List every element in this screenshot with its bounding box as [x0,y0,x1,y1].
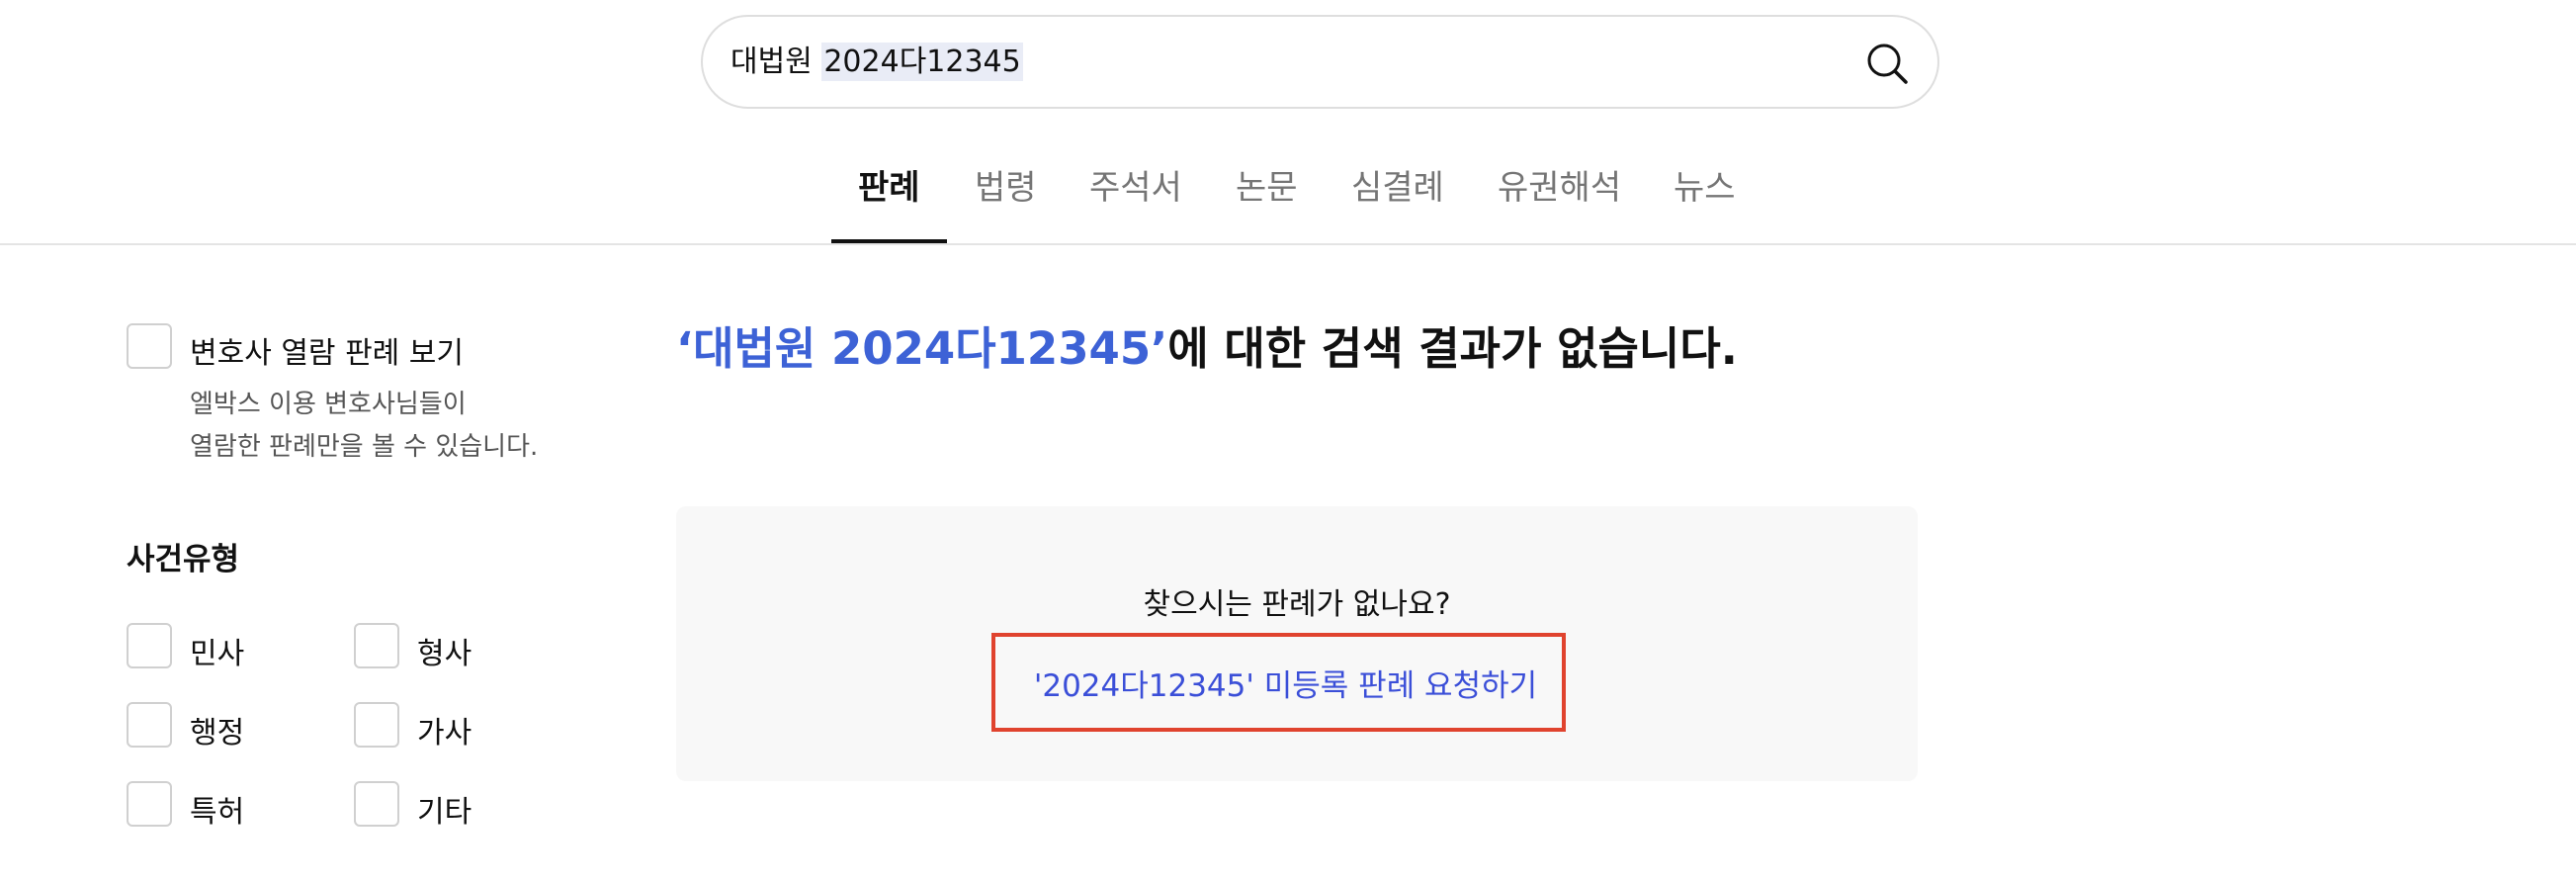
lawyer-viewed-checkbox[interactable] [127,323,172,369]
case-type-administrative-label[interactable]: 행정 [190,708,244,751]
case-type-other-label[interactable]: 기타 [417,787,472,831]
case-type-other-checkbox[interactable] [354,781,399,827]
missing-case-question: 찾으시는 판례가 없나요? [1143,587,1451,622]
search-query-highlight: 2024다12345 [821,43,1023,81]
search-input[interactable]: 대법원 2024다12345 [730,41,1023,84]
case-type-civil-label[interactable]: 민사 [190,629,244,672]
lawyer-viewed-label[interactable]: 변호사 열람 판례 보기 [190,328,464,372]
tab-commentaries[interactable]: 주석서 [1089,160,1182,209]
request-unregistered-case-button[interactable]: '2024다12345' 미등록 판례 요청하기 [991,633,1566,732]
tab-interpretations[interactable]: 유권해석 [1498,160,1621,209]
case-type-civil-checkbox[interactable] [127,623,172,668]
tab-cases[interactable]: 판례 [858,160,920,209]
tab-papers[interactable]: 논문 [1236,160,1298,209]
case-type-family-label[interactable]: 가사 [417,708,472,751]
no-results-suffix: 에 대한 검색 결과가 없습니다. [1167,322,1738,375]
category-tabs: 판례 법령 주석서 논문 심결례 유권해석 뉴스 [0,148,2576,243]
case-type-patent-label[interactable]: 특허 [190,787,244,831]
case-type-family-checkbox[interactable] [354,702,399,748]
case-type-title: 사건유형 [127,542,240,577]
search-bar[interactable]: 대법원 2024다12345 [701,15,1939,109]
tabs-divider [0,243,2576,245]
case-type-criminal-checkbox[interactable] [354,623,399,668]
lawyer-viewed-desc-line2: 열람한 판례만을 볼 수 있습니다. [190,432,539,462]
search-icon[interactable] [1864,41,1910,86]
tab-news[interactable]: 뉴스 [1674,160,1736,209]
no-results-query: ‘대법원 2024다12345’ [676,322,1168,375]
tab-statutes[interactable]: 법령 [975,160,1037,209]
case-type-criminal-label[interactable]: 형사 [417,629,472,672]
case-type-patent-checkbox[interactable] [127,781,172,827]
tab-trial-decisions[interactable]: 심결례 [1351,160,1444,209]
case-type-administrative-checkbox[interactable] [127,702,172,748]
no-results-heading: ‘대법원 2024다12345’에 대한 검색 결과가 없습니다. [676,312,1738,377]
missing-case-panel: 찾으시는 판례가 없나요? '2024다12345' 미등록 판례 요청하기 [676,506,1918,781]
lawyer-viewed-desc-line1: 엘박스 이용 변호사님들이 [190,390,467,419]
search-query-prefix: 대법원 [730,44,822,79]
